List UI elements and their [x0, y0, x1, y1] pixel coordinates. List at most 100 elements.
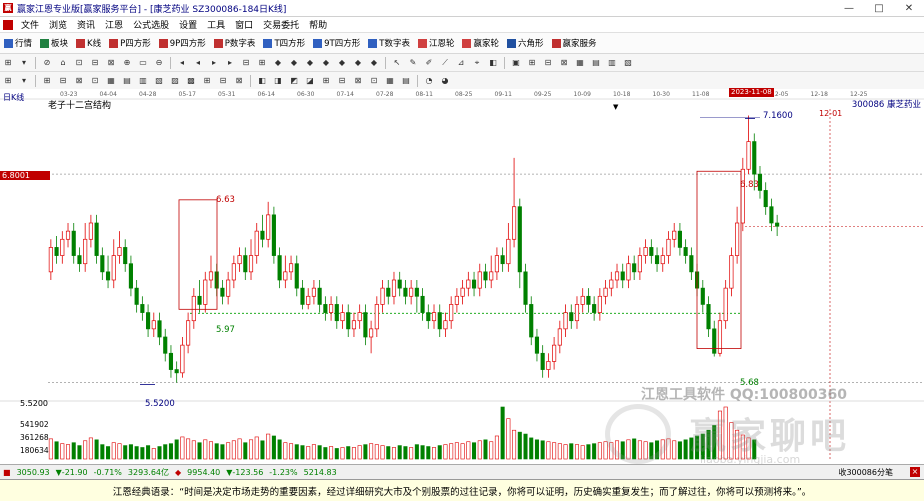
toolbar-item-9[interactable]: 江恩轮	[414, 34, 459, 52]
close-button[interactable]: ✕	[894, 0, 924, 16]
tb2-tool-icon-41[interactable]: ▧	[621, 56, 635, 70]
toolbar-item-2[interactable]: K线	[72, 34, 105, 52]
tb2-tool-icon-23[interactable]: ◆	[351, 56, 365, 70]
tb2-tool-icon-10[interactable]: ⊖	[152, 56, 166, 70]
tb3-tool-icon-18[interactable]: ◨	[271, 74, 285, 88]
tb3-tool-icon-28[interactable]: ◔	[422, 74, 436, 88]
tb2-tool-icon-0[interactable]: ⊞	[1, 56, 15, 70]
toolbar-item-0[interactable]: 行情	[0, 34, 36, 52]
tb3-tool-icon-7[interactable]: ▦	[104, 74, 118, 88]
toolbar-item-4[interactable]: 9P四方形	[155, 34, 210, 52]
tb2-tool-icon-35[interactable]: ⊞	[525, 56, 539, 70]
menu-window[interactable]: 窗口	[230, 18, 258, 31]
tb2-tool-icon-30[interactable]: ⊿	[454, 56, 468, 70]
tb2-tool-icon-18[interactable]: ◆	[271, 56, 285, 70]
status-right[interactable]: 收300086分笔	[835, 467, 896, 478]
tb3-tool-icon-24[interactable]: ⊡	[367, 74, 381, 88]
tb2-tool-icon-1[interactable]: ▾	[17, 56, 31, 70]
tb3-tool-icon-19[interactable]: ◩	[287, 74, 301, 88]
tb2-tool-icon-38[interactable]: ▦	[573, 56, 587, 70]
tb3-tool-icon-23[interactable]: ⊠	[351, 74, 365, 88]
volume-bar	[557, 443, 562, 460]
toolbar-item-8[interactable]: T数字表	[364, 34, 414, 52]
tb3-tool-icon-5[interactable]: ⊠	[72, 74, 86, 88]
toolbar-item-10[interactable]: 赢家轮	[458, 34, 503, 52]
menu-news[interactable]: 资讯	[72, 18, 100, 31]
tb2-tool-icon-19[interactable]: ◆	[287, 56, 301, 70]
tb2-tool-icon-29[interactable]: ⟋	[438, 56, 452, 70]
tb3-tool-icon-0[interactable]: ⊞	[1, 74, 15, 88]
tb2-tool-icon-20[interactable]: ◆	[303, 56, 317, 70]
tb3-tool-icon-17[interactable]: ◧	[255, 74, 269, 88]
tb2-tool-icon-6[interactable]: ⊟	[88, 56, 102, 70]
menu-browse[interactable]: 浏览	[44, 18, 72, 31]
tb2-tool-icon-40[interactable]: ▥	[605, 56, 619, 70]
tb2-tool-icon-9[interactable]: ▭	[136, 56, 150, 70]
tb2-tool-icon-7[interactable]: ⊠	[104, 56, 118, 70]
toolbar-item-12[interactable]: 赢家服务	[548, 34, 601, 52]
tb2-tool-icon-12[interactable]: ◂	[175, 56, 189, 70]
tb2-tool-icon-5[interactable]: ⊡	[72, 56, 86, 70]
tb3-tool-icon-22[interactable]: ⊟	[335, 74, 349, 88]
candle-body	[752, 141, 757, 175]
tb3-tool-icon-21[interactable]: ⊞	[319, 74, 333, 88]
candle-body	[380, 287, 385, 305]
tb3-tool-icon-11[interactable]: ▨	[168, 74, 182, 88]
tb2-tool-icon-21[interactable]: ◆	[319, 56, 333, 70]
dropdown-arrow-icon[interactable]: ▼	[613, 103, 618, 111]
chart-area[interactable]: 03-23 04-04 04-28 05-17 05-31 06-14 06-30 07-14…	[0, 88, 924, 466]
tb3-tool-icon-8[interactable]: ▤	[120, 74, 134, 88]
tb2-tool-icon-24[interactable]: ◆	[367, 56, 381, 70]
tb3-tool-icon-14[interactable]: ⊟	[216, 74, 230, 88]
tb2-tool-icon-28[interactable]: ✐	[422, 56, 436, 70]
tb3-tool-icon-25[interactable]: ▦	[383, 74, 397, 88]
toolbar-item-6[interactable]: T四方形	[259, 34, 309, 52]
toolbar-item-label: 赢家服务	[562, 39, 597, 49]
tb2-tool-icon-31[interactable]: ⌖	[470, 56, 484, 70]
tb3-tool-icon-13[interactable]: ⊞	[200, 74, 214, 88]
menu-trade[interactable]: 交易委托	[258, 18, 304, 31]
tb2-tool-icon-16[interactable]: ⊟	[239, 56, 253, 70]
tb3-tool-icon-4[interactable]: ⊟	[56, 74, 70, 88]
tb3-tool-icon-3[interactable]: ⊞	[40, 74, 54, 88]
tb2-tool-icon-36[interactable]: ⊟	[541, 56, 555, 70]
toolbar-item-7[interactable]: 9T四方形	[309, 34, 364, 52]
tb2-tool-icon-17[interactable]: ⊞	[255, 56, 269, 70]
tb2-tool-icon-22[interactable]: ◆	[335, 56, 349, 70]
toolbar-item-11[interactable]: 六角形	[503, 34, 548, 52]
tb2-tool-icon-13[interactable]: ◂	[191, 56, 205, 70]
tb3-tool-icon-9[interactable]: ▥	[136, 74, 150, 88]
tb3-tool-icon-1[interactable]: ▾	[17, 74, 31, 88]
tb3-tool-icon-26[interactable]: ▤	[399, 74, 413, 88]
tb2-tool-icon-4[interactable]: ⌂	[56, 56, 70, 70]
toolbar-item-3[interactable]: P四方形	[105, 34, 155, 52]
tb2-tool-icon-39[interactable]: ▤	[589, 56, 603, 70]
tb2-tool-icon-32[interactable]: ◧	[486, 56, 500, 70]
menu-tools[interactable]: 工具	[202, 18, 230, 31]
tb3-tool-icon-6[interactable]: ⊡	[88, 74, 102, 88]
tb2-tool-icon-8[interactable]: ⊕	[120, 56, 134, 70]
tb3-tool-icon-10[interactable]: ▧	[152, 74, 166, 88]
minimize-button[interactable]: —	[834, 0, 864, 16]
toolbar-item-5[interactable]: P数字表	[210, 34, 260, 52]
menu-gann[interactable]: 江恩	[100, 18, 128, 31]
menu-help[interactable]: 帮助	[304, 18, 332, 31]
sz-index: 9954.40	[187, 467, 221, 477]
toolbar-item-1[interactable]: 板块	[36, 34, 72, 52]
tb2-tool-icon-15[interactable]: ▸	[223, 56, 237, 70]
tb2-tool-icon-37[interactable]: ⊠	[557, 56, 571, 70]
menu-settings[interactable]: 设置	[174, 18, 202, 31]
maximize-button[interactable]: □	[864, 0, 894, 16]
tb2-tool-icon-27[interactable]: ✎	[406, 56, 420, 70]
menu-file[interactable]: 文件	[16, 18, 44, 31]
tb3-tool-icon-12[interactable]: ▩	[184, 74, 198, 88]
menu-formula[interactable]: 公式选股	[128, 18, 174, 31]
tb2-tool-icon-26[interactable]: ↖	[390, 56, 404, 70]
tb3-tool-icon-29[interactable]: ◕	[438, 74, 452, 88]
tb2-tool-icon-14[interactable]: ▸	[207, 56, 221, 70]
tb2-tool-icon-34[interactable]: ▣	[509, 56, 523, 70]
status-close-icon[interactable]: ×	[910, 467, 920, 477]
tb3-tool-icon-20[interactable]: ◪	[303, 74, 317, 88]
tb2-tool-icon-3[interactable]: ⊘	[40, 56, 54, 70]
tb3-tool-icon-15[interactable]: ⊠	[232, 74, 246, 88]
